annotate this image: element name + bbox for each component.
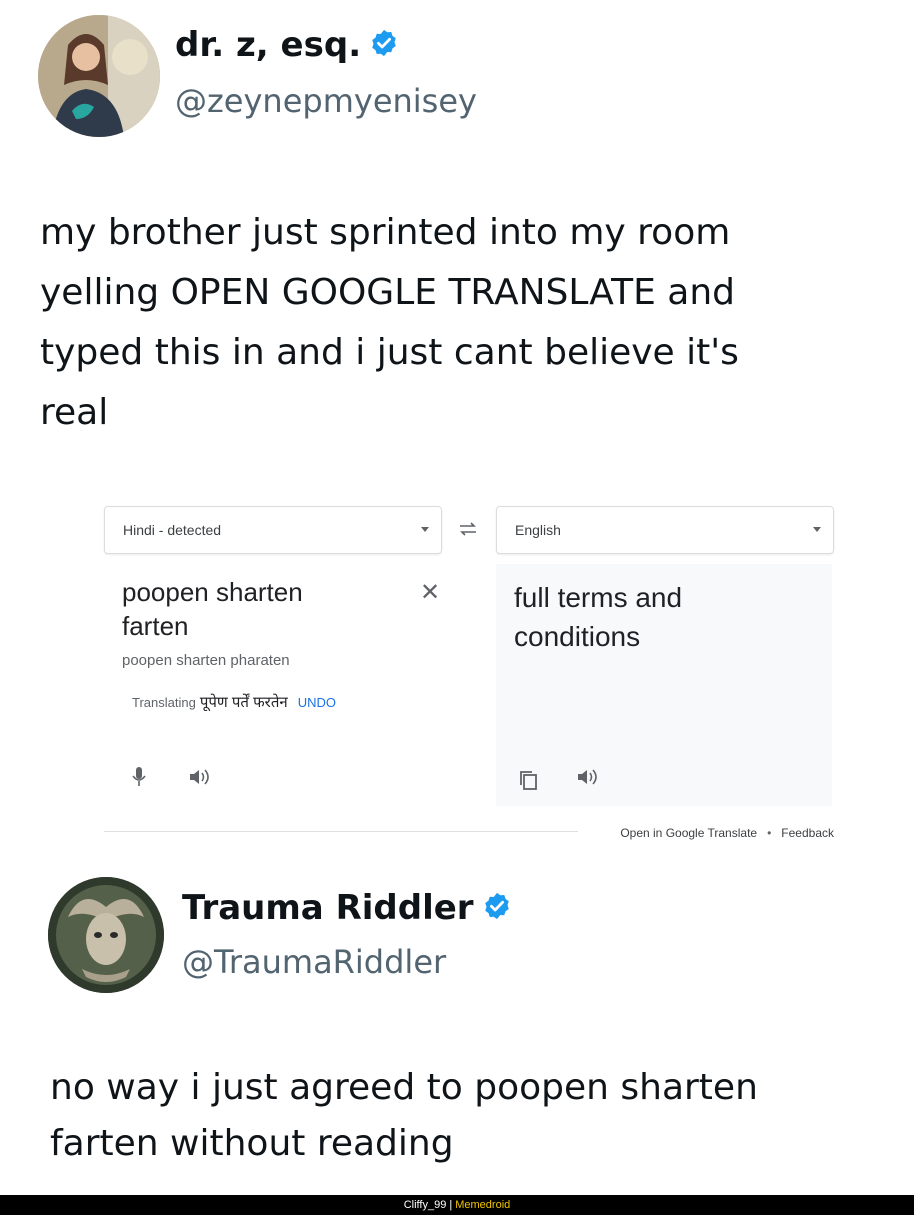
tweet-line: typed this in and i just cant believe it… — [40, 332, 739, 373]
source-language-select[interactable]: Hindi - detected — [104, 506, 442, 554]
divider — [104, 831, 578, 832]
avatar[interactable] — [48, 877, 164, 993]
tweet-line: farten without reading — [50, 1123, 454, 1164]
handle[interactable]: @TraumaRiddler — [182, 943, 446, 981]
verified-badge-icon — [369, 28, 399, 62]
handle[interactable]: @zeynepmyenisey — [175, 82, 477, 120]
source-text-line: poopen sharten — [122, 577, 303, 607]
target-language-label: English — [515, 522, 561, 538]
clear-text-icon[interactable]: ✕ — [420, 578, 440, 606]
feedback-link[interactable]: Feedback — [781, 826, 834, 840]
translating-label: Translating — [132, 695, 196, 710]
translating-suggestion: Translating पूपेण पर्तें फरतेन UNDO — [132, 692, 336, 712]
tweet-line: my brother just sprinted into my room — [40, 212, 731, 253]
swap-languages-icon[interactable] — [456, 520, 480, 538]
transliteration: poopen sharten pharaten — [122, 652, 290, 669]
speaker-icon[interactable] — [576, 767, 600, 791]
translation-output: full terms and conditions — [514, 578, 814, 656]
tweet-text: no way i just agreed to poopen sharten f… — [50, 1060, 758, 1172]
source-language-label: Hindi - detected — [123, 522, 222, 538]
undo-button[interactable]: UNDO — [298, 695, 336, 710]
tweet-line: no way i just agreed to poopen sharten — [50, 1067, 758, 1108]
source-text[interactable]: poopen sharten farten — [122, 576, 382, 644]
watermark-brand: Memedroid — [455, 1199, 511, 1211]
output-text-line: full terms and — [514, 582, 683, 613]
avatar-photo — [38, 15, 160, 137]
translation-output-area: full terms and conditions — [496, 564, 832, 806]
separator: • — [767, 826, 772, 840]
microphone-icon[interactable] — [132, 766, 146, 792]
source-text-area[interactable]: poopen sharten farten ✕ poopen sharten p… — [104, 564, 448, 806]
watermark-user: Cliffy_99 | — [403, 1199, 453, 1211]
translate-footer: Open in Google Translate • Feedback — [620, 826, 834, 840]
verified-badge-icon — [482, 891, 512, 925]
watermark-bar: Cliffy_99 | Memedroid — [0, 1195, 914, 1215]
display-name[interactable]: dr. z, esq. — [175, 25, 361, 65]
avatar[interactable] — [38, 15, 160, 137]
tweet-line: yelling OPEN GOOGLE TRANSLATE and — [40, 272, 736, 313]
translate-widget: Hindi - detected English poopen sharten … — [104, 506, 834, 846]
author-row: dr. z, esq. — [175, 25, 399, 65]
open-in-google-translate-link[interactable]: Open in Google Translate — [620, 826, 757, 840]
tweet-text: my brother just sprinted into my room ye… — [40, 203, 739, 443]
tweet-line: real — [40, 392, 109, 433]
chevron-down-icon — [813, 527, 821, 532]
source-text-line: farten — [122, 610, 189, 641]
translating-hindi-text[interactable]: पूपेण पर्तें फरतेन — [200, 694, 288, 711]
chevron-down-icon — [421, 527, 429, 532]
author-row: Trauma Riddler — [182, 888, 512, 928]
display-name[interactable]: Trauma Riddler — [182, 888, 474, 928]
target-language-select[interactable]: English — [496, 506, 834, 554]
output-text-line: conditions — [514, 621, 641, 653]
avatar-jester-image — [48, 877, 164, 993]
speaker-icon[interactable] — [188, 767, 212, 791]
copy-icon[interactable] — [518, 769, 538, 795]
